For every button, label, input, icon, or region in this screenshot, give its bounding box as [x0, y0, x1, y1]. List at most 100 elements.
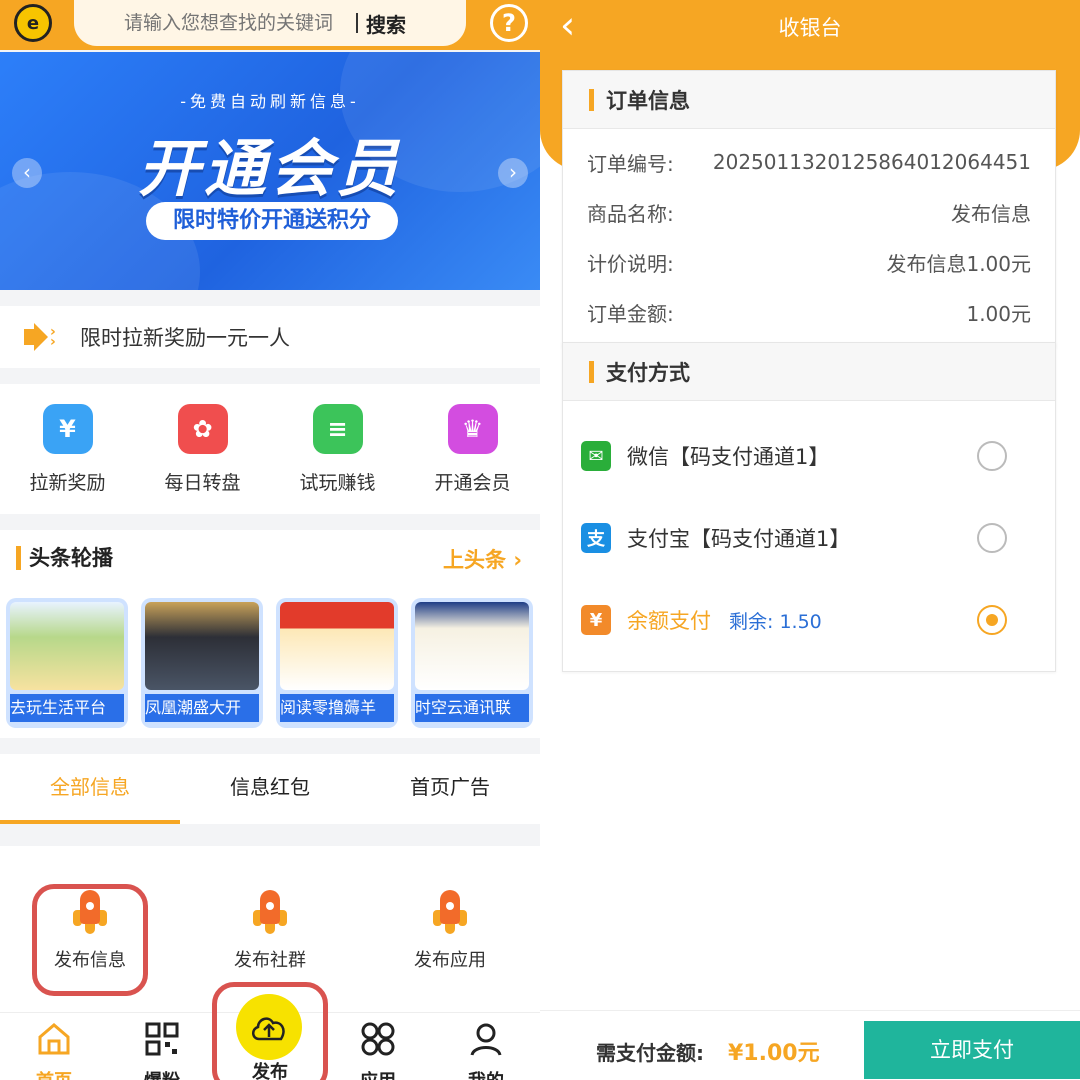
nav-home[interactable]: 首页 [14, 1021, 94, 1080]
chevron-left-icon[interactable]: ‹ [12, 158, 42, 188]
section-title: 订单信息 [606, 88, 690, 113]
info-tabs: 全部信息 信息红包 首页广告 [0, 754, 540, 824]
payment-option-label: 微信【码支付通道1】 [627, 445, 830, 469]
quick-action-label: 每日转盘 [164, 472, 241, 494]
radio-button-selected[interactable] [977, 605, 1007, 635]
publish-app-button[interactable]: 发布应用 [390, 890, 510, 972]
megaphone-icon: › › [24, 323, 56, 351]
payment-option-alipay[interactable]: 支 支付宝【码支付通道1】 [563, 497, 1055, 579]
cashier-screen: ‹ 收银台 订单信息 订单编号: 20250113201258640120644… [540, 0, 1080, 1080]
payment-option-balance[interactable]: ¥ 余额支付 剩余: 1.50 [563, 579, 1055, 661]
quick-action-label: 试玩赚钱 [299, 472, 376, 494]
coins-icon: ≡ [312, 404, 363, 454]
chevron-right-icon[interactable]: › [498, 158, 528, 188]
nav-label: 应用 [338, 1067, 418, 1080]
payment-method-panel: 支付方式 ✉ 微信【码支付通道1】 支 支付宝【码支付通道1】 ¥ 余额支付 剩… [562, 342, 1056, 672]
chevron-right-icon: › [506, 548, 522, 572]
quick-action-wheel[interactable]: ✿ 每日转盘 [135, 384, 270, 514]
headline-cards: 去玩生活平台 凤凰潮盛大开 阅读零撸薅羊 时空云通讯联 [6, 598, 540, 728]
amount-due-value: ¥1.00元 [728, 1041, 820, 1066]
headline-title: 头条轮播 [16, 546, 113, 570]
wallet-icon: ¥ [581, 605, 611, 635]
payment-option-label: 余额支付 [627, 609, 711, 633]
rocket-icon [253, 890, 287, 934]
nav-apps[interactable]: 应用 [338, 1021, 418, 1080]
payment-method-header: 支付方式 [563, 343, 1055, 401]
quick-actions-grid: ¥ 拉新奖励 ✿ 每日转盘 ≡ 试玩赚钱 ♛ 开通会员 [0, 384, 540, 514]
quick-action-trial[interactable]: ≡ 试玩赚钱 [270, 384, 405, 514]
order-info-panel: 订单信息 订单编号: 2025011320125864012064451 商品名… [562, 70, 1056, 348]
headline-card[interactable]: 去玩生活平台 [6, 598, 128, 728]
search-divider [356, 13, 358, 33]
quick-action-vip[interactable]: ♛ 开通会员 [405, 384, 540, 514]
help-icon[interactable]: ? [490, 4, 528, 42]
headline-card[interactable]: 凤凰潮盛大开 [141, 598, 263, 728]
card-thumbnail [280, 602, 394, 690]
top-bar: e 搜索 ? [0, 0, 540, 50]
quick-action-label: 开通会员 [434, 472, 511, 494]
banner-promo-pill: 限时特价开通送积分 [146, 202, 398, 240]
nav-label: 首页 [14, 1067, 94, 1080]
publish-label: 发布社群 [234, 950, 306, 971]
nav-mine[interactable]: 我的 [446, 1021, 526, 1080]
card-thumbnail [415, 602, 529, 690]
tab-home-ads[interactable]: 首页广告 [360, 754, 540, 824]
quick-action-label: 拉新奖励 [29, 472, 106, 494]
crown-icon: ♛ [447, 404, 498, 454]
page-title: 收银台 [778, 16, 842, 40]
headline-carousel: 头条轮播 上头条 › 去玩生活平台 凤凰潮盛大开 阅读零撸薅羊 时空云通讯联 [0, 530, 540, 738]
quick-action-referral[interactable]: ¥ 拉新奖励 [0, 384, 135, 514]
radio-button[interactable] [977, 523, 1007, 553]
section-accent-bar [589, 360, 594, 383]
order-row: 订单编号: 2025011320125864012064451 [563, 137, 1055, 187]
order-info-header: 订单信息 [563, 71, 1055, 129]
nav-label: 我的 [446, 1067, 526, 1080]
payment-option-wechat[interactable]: ✉ 微信【码支付通道1】 [563, 415, 1055, 497]
publish-group-button[interactable]: 发布社群 [210, 890, 330, 972]
headline-more-link[interactable]: 上头条 › [443, 544, 522, 574]
headline-card[interactable]: 阅读零撸薅羊 [276, 598, 398, 728]
order-row: 计价说明: 发布信息1.00元 [563, 237, 1055, 287]
user-icon [470, 1023, 502, 1056]
pay-now-button[interactable]: 立即支付 [864, 1021, 1080, 1079]
order-field-label: 计价说明: [587, 251, 674, 276]
nav-fans[interactable]: 爆粉 [122, 1021, 202, 1080]
home-icon [38, 1023, 70, 1055]
search-input[interactable] [124, 12, 344, 34]
rocket-icon [433, 890, 467, 934]
promo-banner[interactable]: -免费自动刷新信息- 开通会员 限时特价开通送积分 ‹ › [0, 52, 540, 290]
banner-subtitle: -免费自动刷新信息- [180, 92, 360, 111]
pricing-note-value: 发布信息1.00元 [886, 251, 1031, 276]
headline-card[interactable]: 时空云通讯联 [411, 598, 533, 728]
money-bag-icon: ¥ [42, 404, 93, 454]
wheel-icon: ✿ [177, 404, 228, 454]
app-logo-icon[interactable]: e [14, 4, 52, 42]
card-thumbnail [10, 602, 124, 690]
balance-remaining: 剩余: 1.50 [729, 610, 822, 633]
amount-due-label: 需支付金额: [596, 1041, 704, 1065]
order-field-label: 订单金额: [587, 301, 674, 326]
tab-all-info[interactable]: 全部信息 [0, 754, 180, 824]
tab-red-packet[interactable]: 信息红包 [180, 754, 360, 824]
radio-button[interactable] [977, 441, 1007, 471]
nav-label: 爆粉 [122, 1067, 202, 1080]
notice-text: 限时拉新奖励一元一人 [80, 326, 290, 350]
highlight-annotation [212, 982, 328, 1080]
section-title: 支付方式 [606, 360, 690, 385]
search-button[interactable]: 搜索 [366, 9, 406, 38]
order-field-label: 订单编号: [587, 151, 674, 176]
highlight-annotation [32, 884, 148, 996]
section-accent-bar [589, 88, 594, 111]
notice-bar[interactable]: › › 限时拉新奖励一元一人 [0, 306, 540, 368]
order-row: 订单金额: 1.00元 [563, 287, 1055, 337]
order-number-value: 2025011320125864012064451 [712, 150, 1031, 174]
publish-label: 发布应用 [414, 950, 486, 971]
order-amount-value: 1.00元 [966, 301, 1031, 326]
card-thumbnail [145, 602, 259, 690]
payment-footer: 需支付金额: ¥1.00元 立即支付 [540, 1010, 1080, 1080]
search-bar: 搜索 [74, 0, 466, 46]
banner-title: 开通会员 [137, 132, 402, 205]
order-row: 商品名称: 发布信息 [563, 187, 1055, 237]
order-field-label: 商品名称: [587, 201, 674, 226]
card-label: 去玩生活平台 [10, 694, 124, 722]
